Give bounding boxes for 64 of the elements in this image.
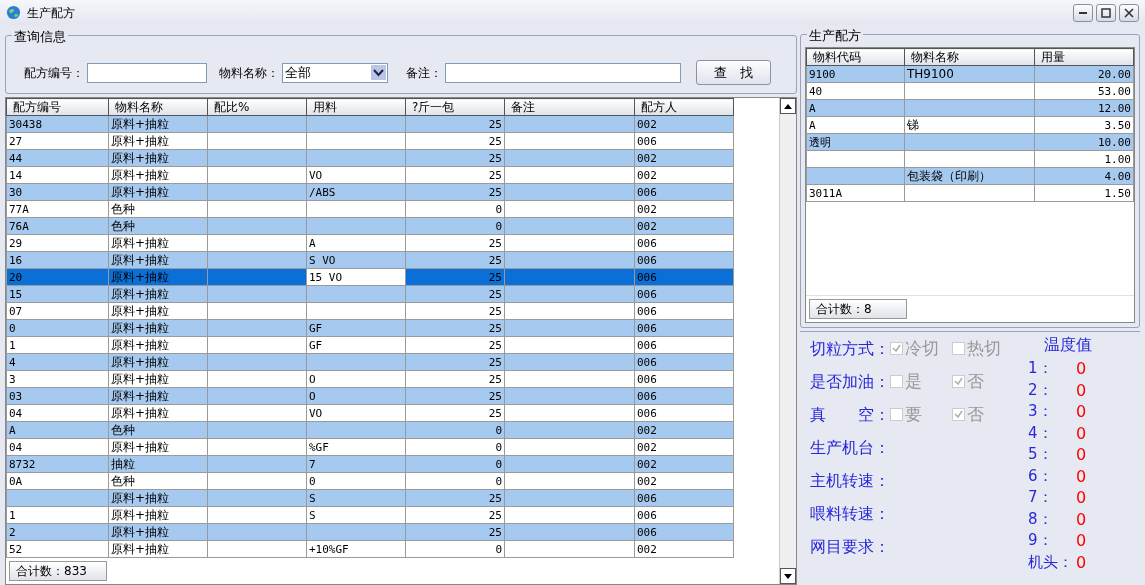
temp-label: 2： [1028,379,1054,401]
temp-value: 0 [1076,444,1087,466]
column-header[interactable]: 物料名称 [904,48,1035,66]
column-header[interactable]: 用料 [306,98,406,116]
scroll-up-button[interactable] [780,98,796,114]
temp-label: 6： [1028,465,1054,487]
input-field[interactable] [87,62,207,83]
column-header[interactable]: 物料代码 [806,48,905,66]
temp-value: 0 [1076,358,1087,380]
column-header[interactable]: 配比% [207,98,307,116]
temp-value: 0 [1076,487,1087,509]
scrollbar[interactable] [779,98,796,584]
minimize-icon [1079,11,1087,14]
field-label: 主机转速： [810,470,891,492]
field-label: 物料名称： [219,64,279,82]
field-label: 生产机台： [810,437,891,459]
maximize-button[interactable] [1096,3,1116,22]
column-header[interactable]: 用量 [1034,48,1134,66]
temp-value: 0 [1076,530,1087,552]
close-button[interactable] [1119,3,1139,22]
check-icon [954,410,963,419]
down-arrow-icon [784,573,792,579]
column-header[interactable]: 配方人 [634,98,734,116]
minimize-button[interactable] [1073,3,1093,22]
temp-value: 0 [1076,551,1087,573]
option-label: 是否加油： [810,371,890,393]
check-icon [954,377,963,386]
up-arrow-icon [784,103,792,109]
temp-label: 3： [1028,401,1054,422]
temp-value: 0 [1076,508,1087,530]
column-header[interactable]: 配方编号 [6,98,109,116]
temp-value: 0 [1076,379,1087,401]
temp-label: 5： [1028,444,1054,465]
temp-label: 8： [1028,508,1054,530]
field-label: 网目要求： [810,536,891,558]
column-header[interactable]: 备注 [504,98,635,116]
dropdown[interactable]: 全部 [282,62,388,83]
option-label: 切粒方式： [810,338,890,360]
field-label: 配方编号： [24,64,84,82]
temp-label: 4： [1028,422,1054,444]
temp-value: 0 [1076,401,1087,423]
section-title: 温度值 [1043,334,1093,356]
temp-label: 机头： [1028,551,1074,573]
temp-label: 9： [1028,530,1054,551]
search-button[interactable]: 查 找 [696,60,771,85]
temp-label: 1： [1028,358,1054,379]
maximize-icon [1101,7,1111,18]
window-title: 生产配方 [27,4,75,22]
total-count: 合计数：833 [9,561,107,581]
total-count: 合计数：8 [809,299,907,319]
globe-icon [6,5,21,20]
temp-value: 0 [1076,422,1087,444]
scroll-down-button[interactable] [780,568,796,584]
column-header[interactable]: ?斤一包 [405,98,505,116]
field-label: 备注： [406,64,442,82]
temp-label: 7： [1028,487,1054,508]
check-icon [892,344,901,353]
option-label: 真 空： [810,404,890,426]
field-label: 喂料转速： [810,503,891,525]
input-field[interactable] [445,62,681,83]
column-header[interactable]: 物料名称 [108,98,208,116]
temp-value: 0 [1076,465,1087,487]
dropdown-value: 全部 [285,63,311,82]
close-icon [1124,7,1134,18]
